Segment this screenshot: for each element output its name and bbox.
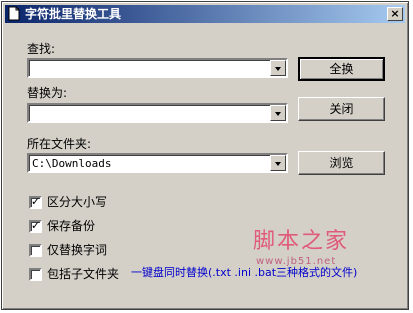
check-icon: ✓: [31, 219, 41, 232]
document-icon: [8, 6, 20, 21]
close-window-button[interactable]: ×: [387, 7, 403, 21]
folder-value: C:\Downloads: [32, 157, 112, 170]
save-backup-checkbox[interactable]: ✓: [29, 219, 42, 233]
replace-label: 替换为:: [27, 86, 68, 100]
case-sensitive-label: 区分大小写: [47, 195, 108, 209]
whole-word-checkbox[interactable]: [29, 244, 42, 257]
folder-label: 所在文件夹:: [27, 137, 92, 151]
close-button[interactable]: 关闭: [298, 97, 385, 121]
check-icon: ✓: [31, 195, 41, 208]
case-sensitive-checkbox[interactable]: ✓: [29, 195, 42, 209]
whole-word-label: 仅替换字词: [47, 243, 108, 257]
info-note: 一键盘同时替换(.txt .ini .bat三种格式的文件): [131, 266, 358, 279]
folder-combobox[interactable]: C:\Downloads: [27, 153, 288, 173]
dropdown-arrow-icon[interactable]: [270, 105, 286, 121]
find-label: 查找:: [27, 42, 56, 56]
close-icon: ×: [390, 7, 400, 20]
watermark-logo: 脚本之家: [253, 229, 350, 254]
replace-all-button[interactable]: 全换: [298, 57, 385, 81]
save-backup-label: 保存备份: [47, 219, 96, 233]
dropdown-arrow-icon[interactable]: [270, 155, 286, 171]
dropdown-arrow-icon[interactable]: [270, 60, 286, 76]
title-bar: 字符批里替换工具 ×: [5, 5, 405, 23]
subfolders-checkbox[interactable]: [29, 268, 42, 281]
subfolders-label: 包括子文件夹: [47, 267, 120, 281]
window-title: 字符批里替换工具: [25, 7, 122, 21]
browse-button[interactable]: 浏览: [298, 151, 385, 175]
replace-combobox[interactable]: [27, 103, 288, 123]
find-combobox[interactable]: [27, 58, 288, 78]
